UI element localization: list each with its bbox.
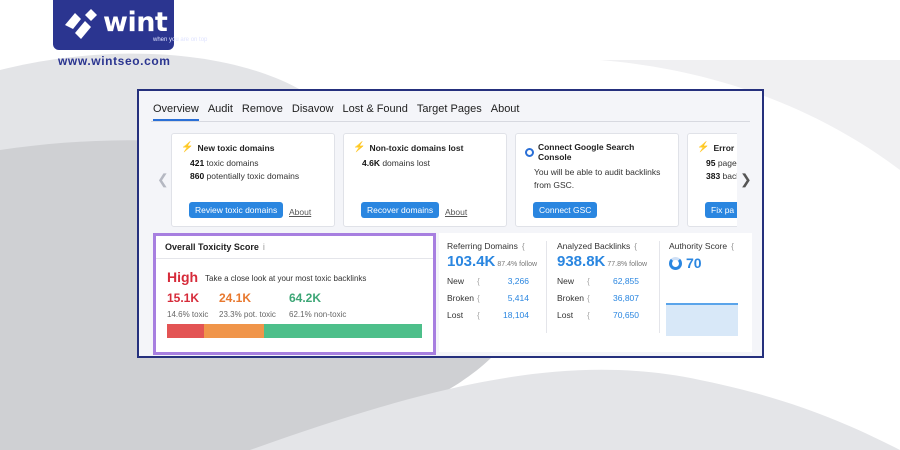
carousel-prev-icon[interactable]: ❮ — [157, 171, 169, 188]
card-line: You will be able to audit backlinks — [534, 167, 661, 177]
review-toxic-domains-button[interactable]: Review toxic domains — [189, 202, 284, 218]
card-non-toxic-lost: ⚡ Non-toxic domains lost 4.6K domains los… — [343, 133, 507, 227]
analyzed-backlinks-value: 938.8K — [557, 253, 606, 270]
card-title: New toxic domains — [197, 142, 275, 153]
card-line: 4.6K domains lost — [362, 158, 431, 168]
follow-percent: 77.8% follow — [607, 261, 648, 268]
authority-score-value: 70 — [686, 255, 702, 271]
tab-divider — [151, 121, 750, 122]
non-toxic-value: 64.2K — [289, 291, 322, 305]
tab-bar: Overview Audit Remove Disavow Lost & Fou… — [153, 103, 519, 121]
recover-domains-button[interactable]: Recover domains — [361, 202, 440, 218]
authority-ring-icon — [669, 256, 682, 270]
authority-score-metric: Authority Score{ 70 — [669, 241, 734, 271]
brand-logo[interactable]: wint when you are on top — [53, 0, 207, 50]
toxic-value: 15.1K — [167, 291, 200, 305]
referring-domains-metric: Referring Domains{ 103.4K 87.4% follow Ne… — [447, 241, 538, 320]
card-line: 95 page — [706, 158, 737, 168]
logo-wordmark: wint — [103, 6, 168, 38]
tab-audit[interactable]: Audit — [208, 103, 233, 121]
info-icon[interactable]: i — [263, 242, 265, 252]
about-link[interactable]: About — [289, 207, 311, 217]
toxicity-score-widget: Overall Toxicity Score i High Take a clos… — [153, 233, 436, 355]
non-toxic-percent: 62.1% non-toxic — [289, 310, 347, 319]
toxicity-title: Overall Toxicity Score — [165, 242, 259, 252]
toxicity-level: High — [167, 269, 199, 285]
metric-row: New{62,855 — [557, 276, 639, 286]
bolt-icon: ⚡ — [353, 142, 366, 153]
metric-row: New{3,266 — [447, 276, 529, 286]
card-line: 383 back — [706, 171, 737, 181]
card-new-toxic-domains: ⚡ New toxic domains 421 toxic domains 860… — [171, 133, 335, 227]
metrics-widget: Referring Domains{ 103.4K 87.4% follow Ne… — [439, 233, 752, 352]
logo-tagline: when you are on top — [153, 37, 208, 43]
info-icon: { — [731, 241, 734, 251]
card-title: Error pa — [713, 142, 737, 153]
card-error-pages: ⚡Error pa 95 page 383 back Fix pa — [687, 133, 737, 227]
divider — [659, 241, 660, 333]
info-icon: { — [521, 241, 525, 251]
tab-disavow[interactable]: Disavow — [292, 103, 334, 121]
bolt-icon: ⚡ — [181, 142, 194, 153]
toxicity-bar — [167, 324, 422, 338]
tab-target-pages[interactable]: Target Pages — [417, 103, 482, 121]
card-title: Connect Google Search Console — [537, 142, 635, 162]
analyzed-backlinks-metric: Analyzed Backlinks{ 938.8K 77.8% follow N… — [557, 241, 648, 320]
backlink-audit-panel: Overview Audit Remove Disavow Lost & Fou… — [137, 89, 764, 358]
divider — [546, 241, 547, 333]
pot-toxic-segment — [204, 324, 264, 338]
pot-toxic-value: 24.1K — [219, 291, 252, 305]
card-line: from GSC. — [534, 180, 575, 190]
non-toxic-segment — [263, 324, 422, 338]
bolt-icon: ⚡ — [697, 142, 710, 153]
card-line: 860 potentially toxic domains — [190, 171, 300, 181]
follow-percent: 87.4% follow — [497, 261, 538, 268]
google-icon — [525, 147, 534, 157]
referring-domains-value: 103.4K — [447, 253, 496, 270]
toxicity-description: Take a close look at your most toxic bac… — [205, 274, 367, 283]
metric-row: Lost{18,104 — [447, 310, 529, 320]
card-connect-gsc: Connect Google Search Console You will b… — [515, 133, 679, 227]
connect-gsc-button[interactable]: Connect GSC — [533, 202, 598, 218]
tab-overview[interactable]: Overview — [153, 103, 199, 121]
fix-pages-button[interactable]: Fix pa — [705, 202, 737, 218]
card-title: Non-toxic domains lost — [369, 142, 464, 153]
notification-cards: ⚡ New toxic domains 421 toxic domains 860… — [171, 133, 737, 227]
metric-row: Broken{36,807 — [557, 293, 639, 303]
card-line: 421 toxic domains — [190, 158, 259, 168]
toxic-percent: 14.6% toxic — [167, 310, 209, 319]
about-link[interactable]: About — [445, 207, 467, 217]
info-icon: { — [634, 241, 638, 251]
toxic-segment — [167, 324, 205, 338]
wint-logo-icon — [65, 9, 97, 39]
metric-row: Broken{5,414 — [447, 293, 529, 303]
pot-toxic-percent: 23.3% pot. toxic — [219, 310, 276, 319]
tab-lost-found[interactable]: Lost & Found — [342, 103, 407, 121]
carousel-next-icon[interactable]: ❯ — [740, 171, 752, 188]
tab-about[interactable]: About — [491, 103, 520, 121]
site-url[interactable]: www.wintseo.com — [58, 54, 171, 68]
metric-row: Lost{70,650 — [557, 310, 639, 320]
tab-remove[interactable]: Remove — [242, 103, 283, 121]
authority-trend-chart — [666, 303, 738, 336]
